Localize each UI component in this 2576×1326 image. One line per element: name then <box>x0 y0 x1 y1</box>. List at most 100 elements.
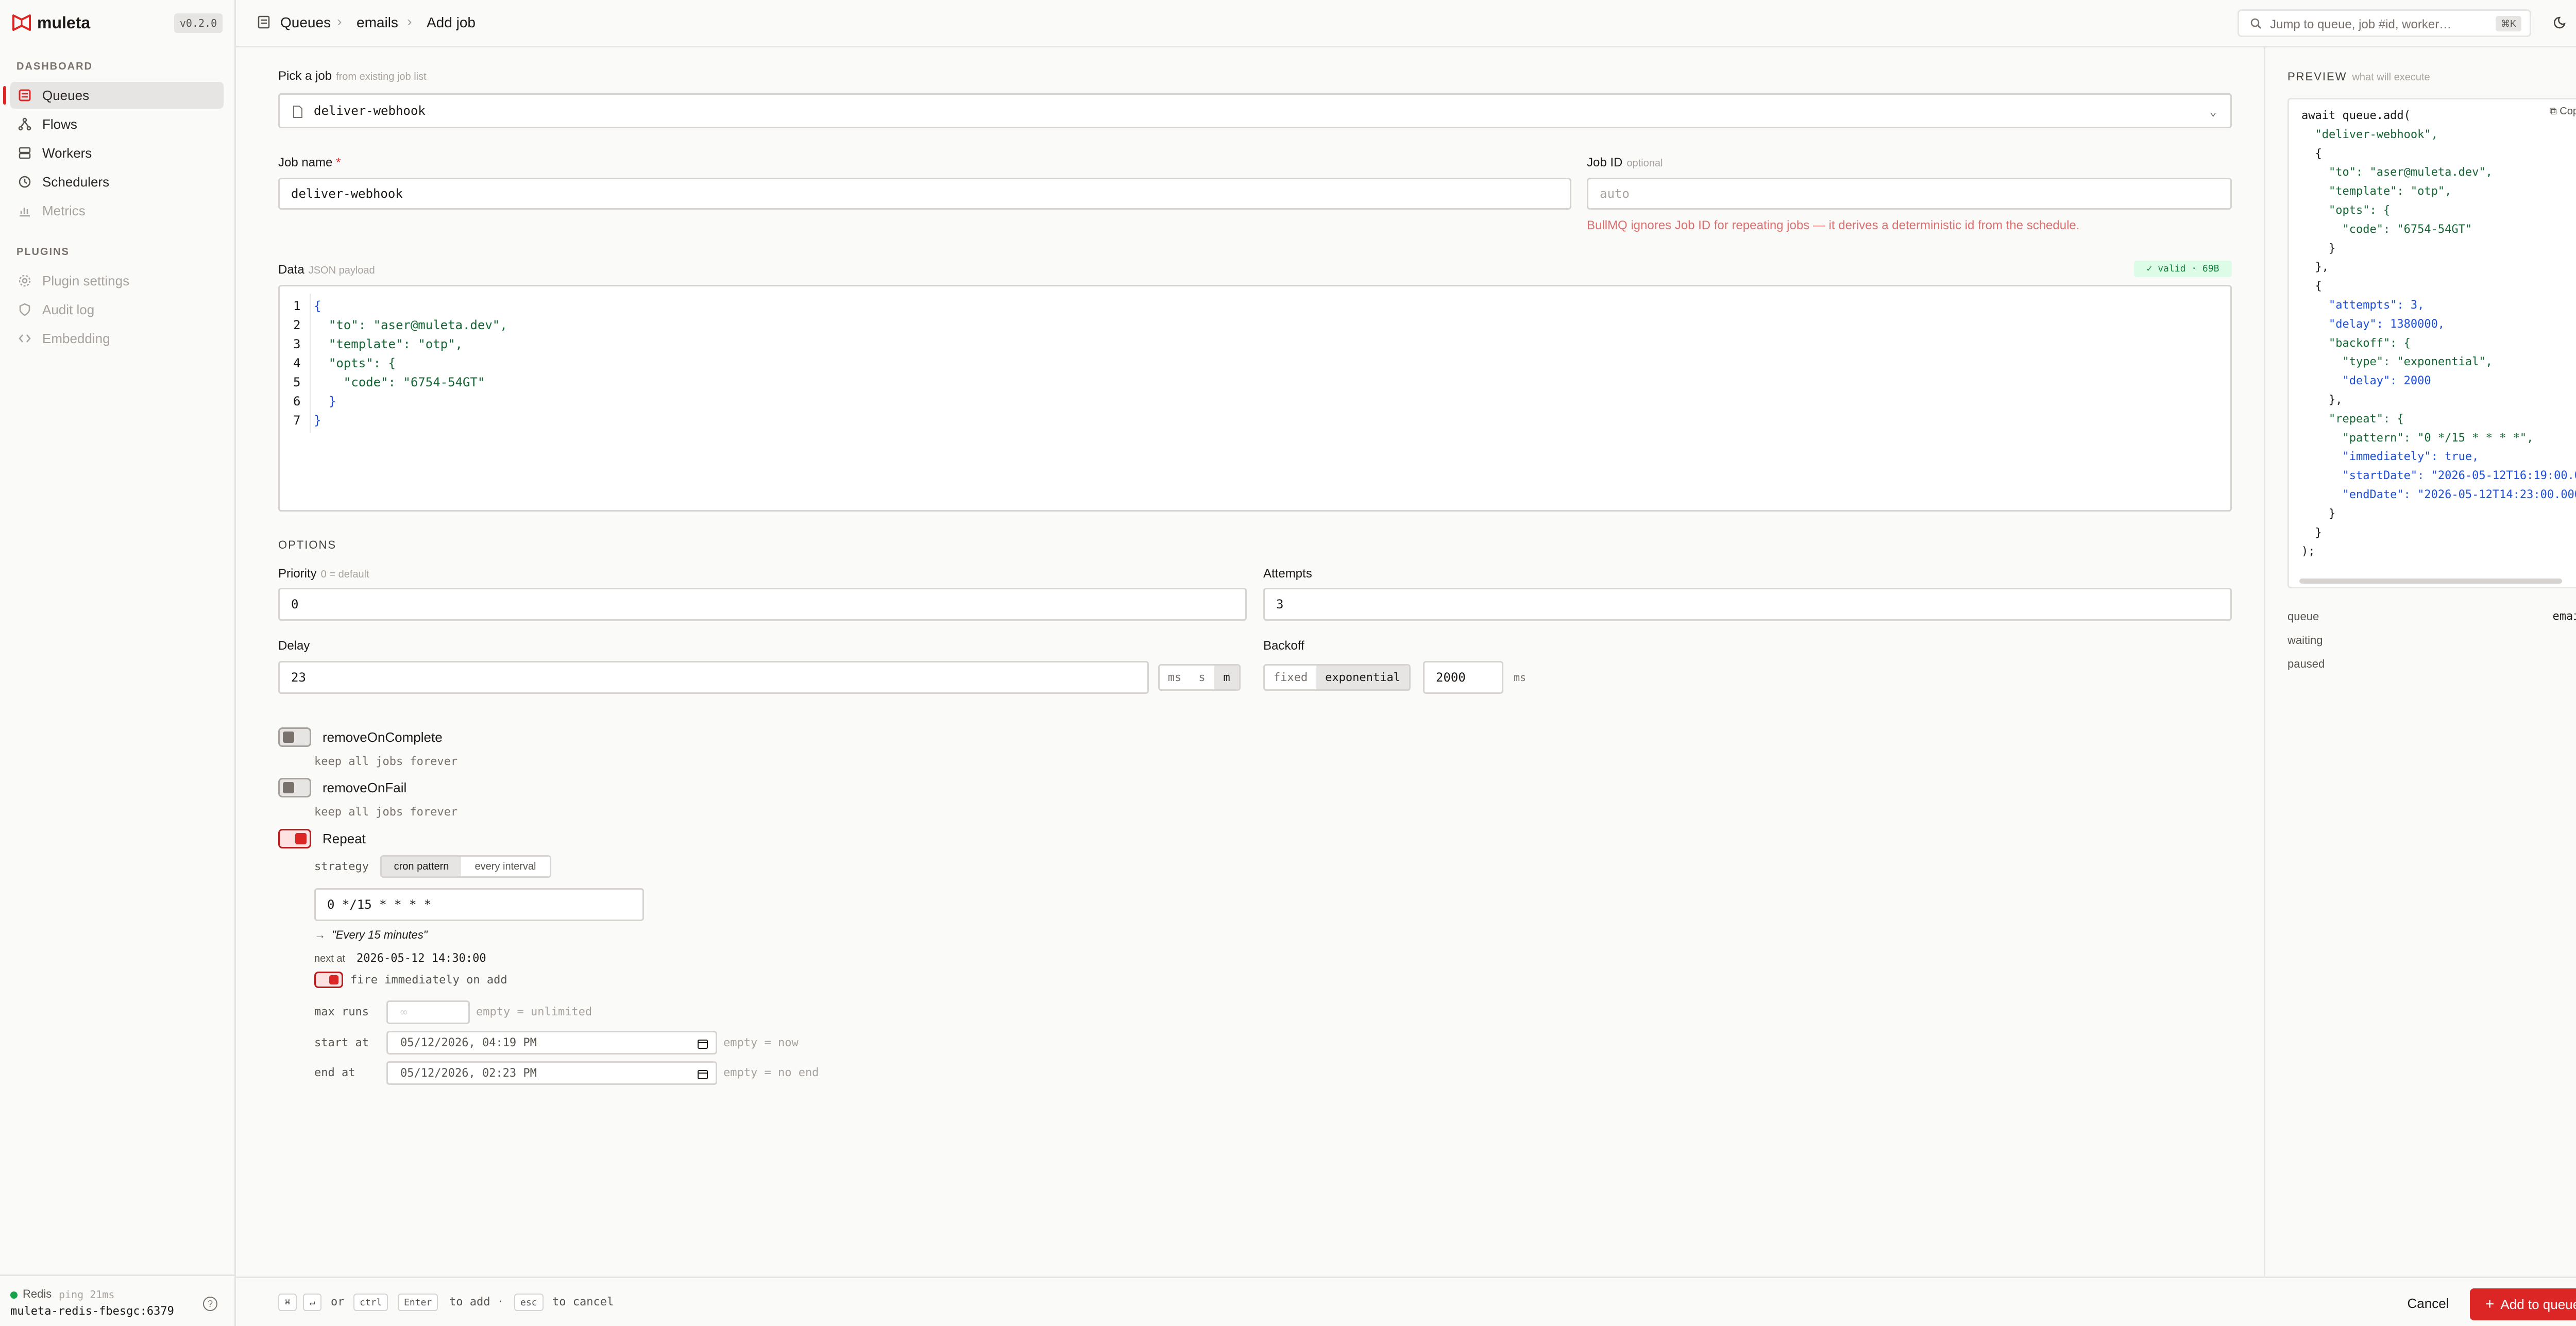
code-line: } <box>314 413 321 428</box>
line-number: 1 <box>293 299 301 313</box>
json-editor[interactable]: 1 2 3 4 5 6 7 { "to": "aser@muleta.dev",… <box>278 285 2232 512</box>
job-id-label: Job ID optional <box>1587 156 1663 169</box>
breadcrumb-queues[interactable]: Queues <box>280 14 331 31</box>
attempts-input[interactable]: 3 <box>1263 588 2232 621</box>
priority-input[interactable]: 0 <box>278 588 1247 621</box>
horizontal-scrollbar[interactable] <box>2299 579 2562 584</box>
end-at-input[interactable]: 05/12/2026, 02:23 PM <box>386 1061 717 1085</box>
code-line: } <box>314 394 336 409</box>
cmd-key: ⌘ <box>278 1294 297 1311</box>
redis-host: muleta-redis-fbesgc:6379 <box>10 1305 174 1318</box>
redis-label: Redis <box>23 1287 52 1300</box>
fire-immediately-label: fire immediately on add <box>350 974 507 987</box>
end-at-hint: empty = no end <box>723 1066 819 1079</box>
strategy-cron-option[interactable]: cron pattern <box>382 857 461 876</box>
preview-code-line: "endDate": "2026-05-12T14:23:00.000Z" <box>2301 488 2576 501</box>
code-line: "opts": { <box>314 356 396 370</box>
unit-ms-option[interactable]: ms <box>1160 666 1190 689</box>
preview-code: ⧉ Copy await queue.add( "deliver-webhook… <box>2287 98 2576 588</box>
end-at-label: end at <box>314 1066 355 1079</box>
strategy-interval-option[interactable]: every interval <box>461 857 550 876</box>
preview-code-line: "delay": 2000 <box>2301 375 2431 388</box>
fire-immediately-toggle[interactable] <box>314 972 343 988</box>
preview-code-line: "code": "6754-54GT" <box>2301 223 2472 236</box>
sidebar-item-audit-log[interactable]: Audit log <box>10 296 224 323</box>
backoff-delay-input[interactable]: 2000 <box>1423 661 1503 694</box>
preview-code-line: } <box>2301 507 2336 520</box>
code-line: { <box>314 299 321 313</box>
delay-label: Delay <box>278 639 310 653</box>
remove-on-complete-label: removeOnComplete <box>323 729 443 745</box>
sidebar-item-flows[interactable]: Flows <box>10 111 224 138</box>
version-badge: v0.2.0 <box>174 13 223 33</box>
add-to-queue-button[interactable]: + Add to queue <box>2470 1288 2576 1320</box>
job-id-warning: BullMQ ignores Job ID for repeating jobs… <box>1587 218 2080 232</box>
sidebar-item-embedding[interactable]: Embedding <box>10 325 224 352</box>
breadcrumb-emails[interactable]: emails <box>357 14 398 31</box>
job-name-input[interactable]: deliver-webhook <box>278 178 1571 210</box>
preview-code-line: "attempts": 3, <box>2301 299 2425 312</box>
priority-label: Priority 0 = default <box>278 567 369 581</box>
sidebar-item-label: Queues <box>42 87 90 103</box>
cron-pattern-input[interactable]: 0 */15 * * * * <box>314 888 644 921</box>
sidebar-item-schedulers[interactable]: Schedulers <box>10 168 224 195</box>
preview-code-line: "deliver-webhook", <box>2301 128 2438 141</box>
line-number: 4 <box>293 356 301 370</box>
meta-queue: queueemails <box>2287 610 2576 623</box>
sidebar-item-queues[interactable]: Queues <box>3 82 224 109</box>
footer-bar: ⌘ ↵ or ctrl Enter to add · esc to cancel… <box>236 1277 2576 1326</box>
preview-code-line: } <box>2301 242 2336 255</box>
meta-waiting: waiting— <box>2287 634 2323 647</box>
sidebar-item-label: Plugin settings <box>42 273 130 288</box>
gear-icon <box>18 274 32 288</box>
remove-on-fail-toggle[interactable] <box>278 778 311 797</box>
search-placeholder: Jump to queue, job #id, worker… <box>2270 18 2452 31</box>
sidebar-item-label: Audit log <box>42 301 95 317</box>
shield-icon <box>18 302 32 317</box>
start-at-value: 05/12/2026, 04:19 PM <box>400 1036 537 1049</box>
theme-toggle-icon[interactable] <box>2553 14 2569 33</box>
unit-m-option[interactable]: m <box>1214 666 1239 689</box>
backoff-exponential-option[interactable]: exponential <box>1316 666 1409 689</box>
search-input[interactable]: Jump to queue, job #id, worker… ⌘K <box>2238 9 2531 37</box>
remove-on-complete-toggle[interactable] <box>278 727 311 747</box>
backoff-fixed-option[interactable]: fixed <box>1265 666 1316 689</box>
queue-icon <box>18 88 32 103</box>
delay-input[interactable]: 23 <box>278 661 1149 694</box>
cancel-button[interactable]: Cancel <box>2400 1290 2456 1316</box>
preview-code-line: "to": "aser@muleta.dev", <box>2301 166 2493 179</box>
repeat-toggle[interactable] <box>278 829 311 848</box>
to-cancel-text: to cancel <box>552 1296 614 1308</box>
sidebar-item-workers[interactable]: Workers <box>10 140 224 166</box>
calendar-icon[interactable] <box>697 1068 708 1083</box>
pick-job-select[interactable]: deliver-webhook ⌄ <box>278 93 2232 128</box>
unit-s-option[interactable]: s <box>1190 666 1214 689</box>
file-icon <box>292 105 303 122</box>
preview-title: PREVIEW what will execute <box>2287 70 2430 83</box>
esc-key: esc <box>514 1294 544 1311</box>
status-dot-icon <box>10 1291 18 1299</box>
sidebar-item-label: Flows <box>42 116 77 132</box>
help-icon[interactable]: ? <box>203 1297 217 1311</box>
job-id-input[interactable]: auto <box>1587 178 2232 210</box>
chevron-right-icon: › <box>337 13 342 29</box>
meta-paused: pausedno <box>2287 657 2325 670</box>
to-add-text: to add · <box>449 1296 504 1308</box>
sidebar-item-metrics[interactable]: Metrics <box>10 197 224 224</box>
line-number: 7 <box>293 413 301 428</box>
section-plugins: PLUGINS <box>16 246 70 258</box>
enter-key: ↵ <box>303 1294 321 1311</box>
max-runs-input[interactable]: ∞ <box>386 1000 470 1024</box>
preview-code-line: }, <box>2301 394 2343 406</box>
or-text: or <box>331 1296 345 1308</box>
preview-code-line: "immediately": true, <box>2301 450 2479 464</box>
topbar: Queues › emails › Add job Jump to queue,… <box>236 0 2576 47</box>
backoff-unit: ms <box>1514 671 1527 684</box>
chart-icon <box>18 203 32 218</box>
code-icon <box>18 331 32 346</box>
sidebar-item-plugin-settings[interactable]: Plugin settings <box>10 267 224 294</box>
line-number: 2 <box>293 318 301 332</box>
copy-button[interactable]: ⧉ Copy <box>2549 106 2576 117</box>
calendar-icon[interactable] <box>697 1038 708 1052</box>
start-at-input[interactable]: 05/12/2026, 04:19 PM <box>386 1031 717 1055</box>
